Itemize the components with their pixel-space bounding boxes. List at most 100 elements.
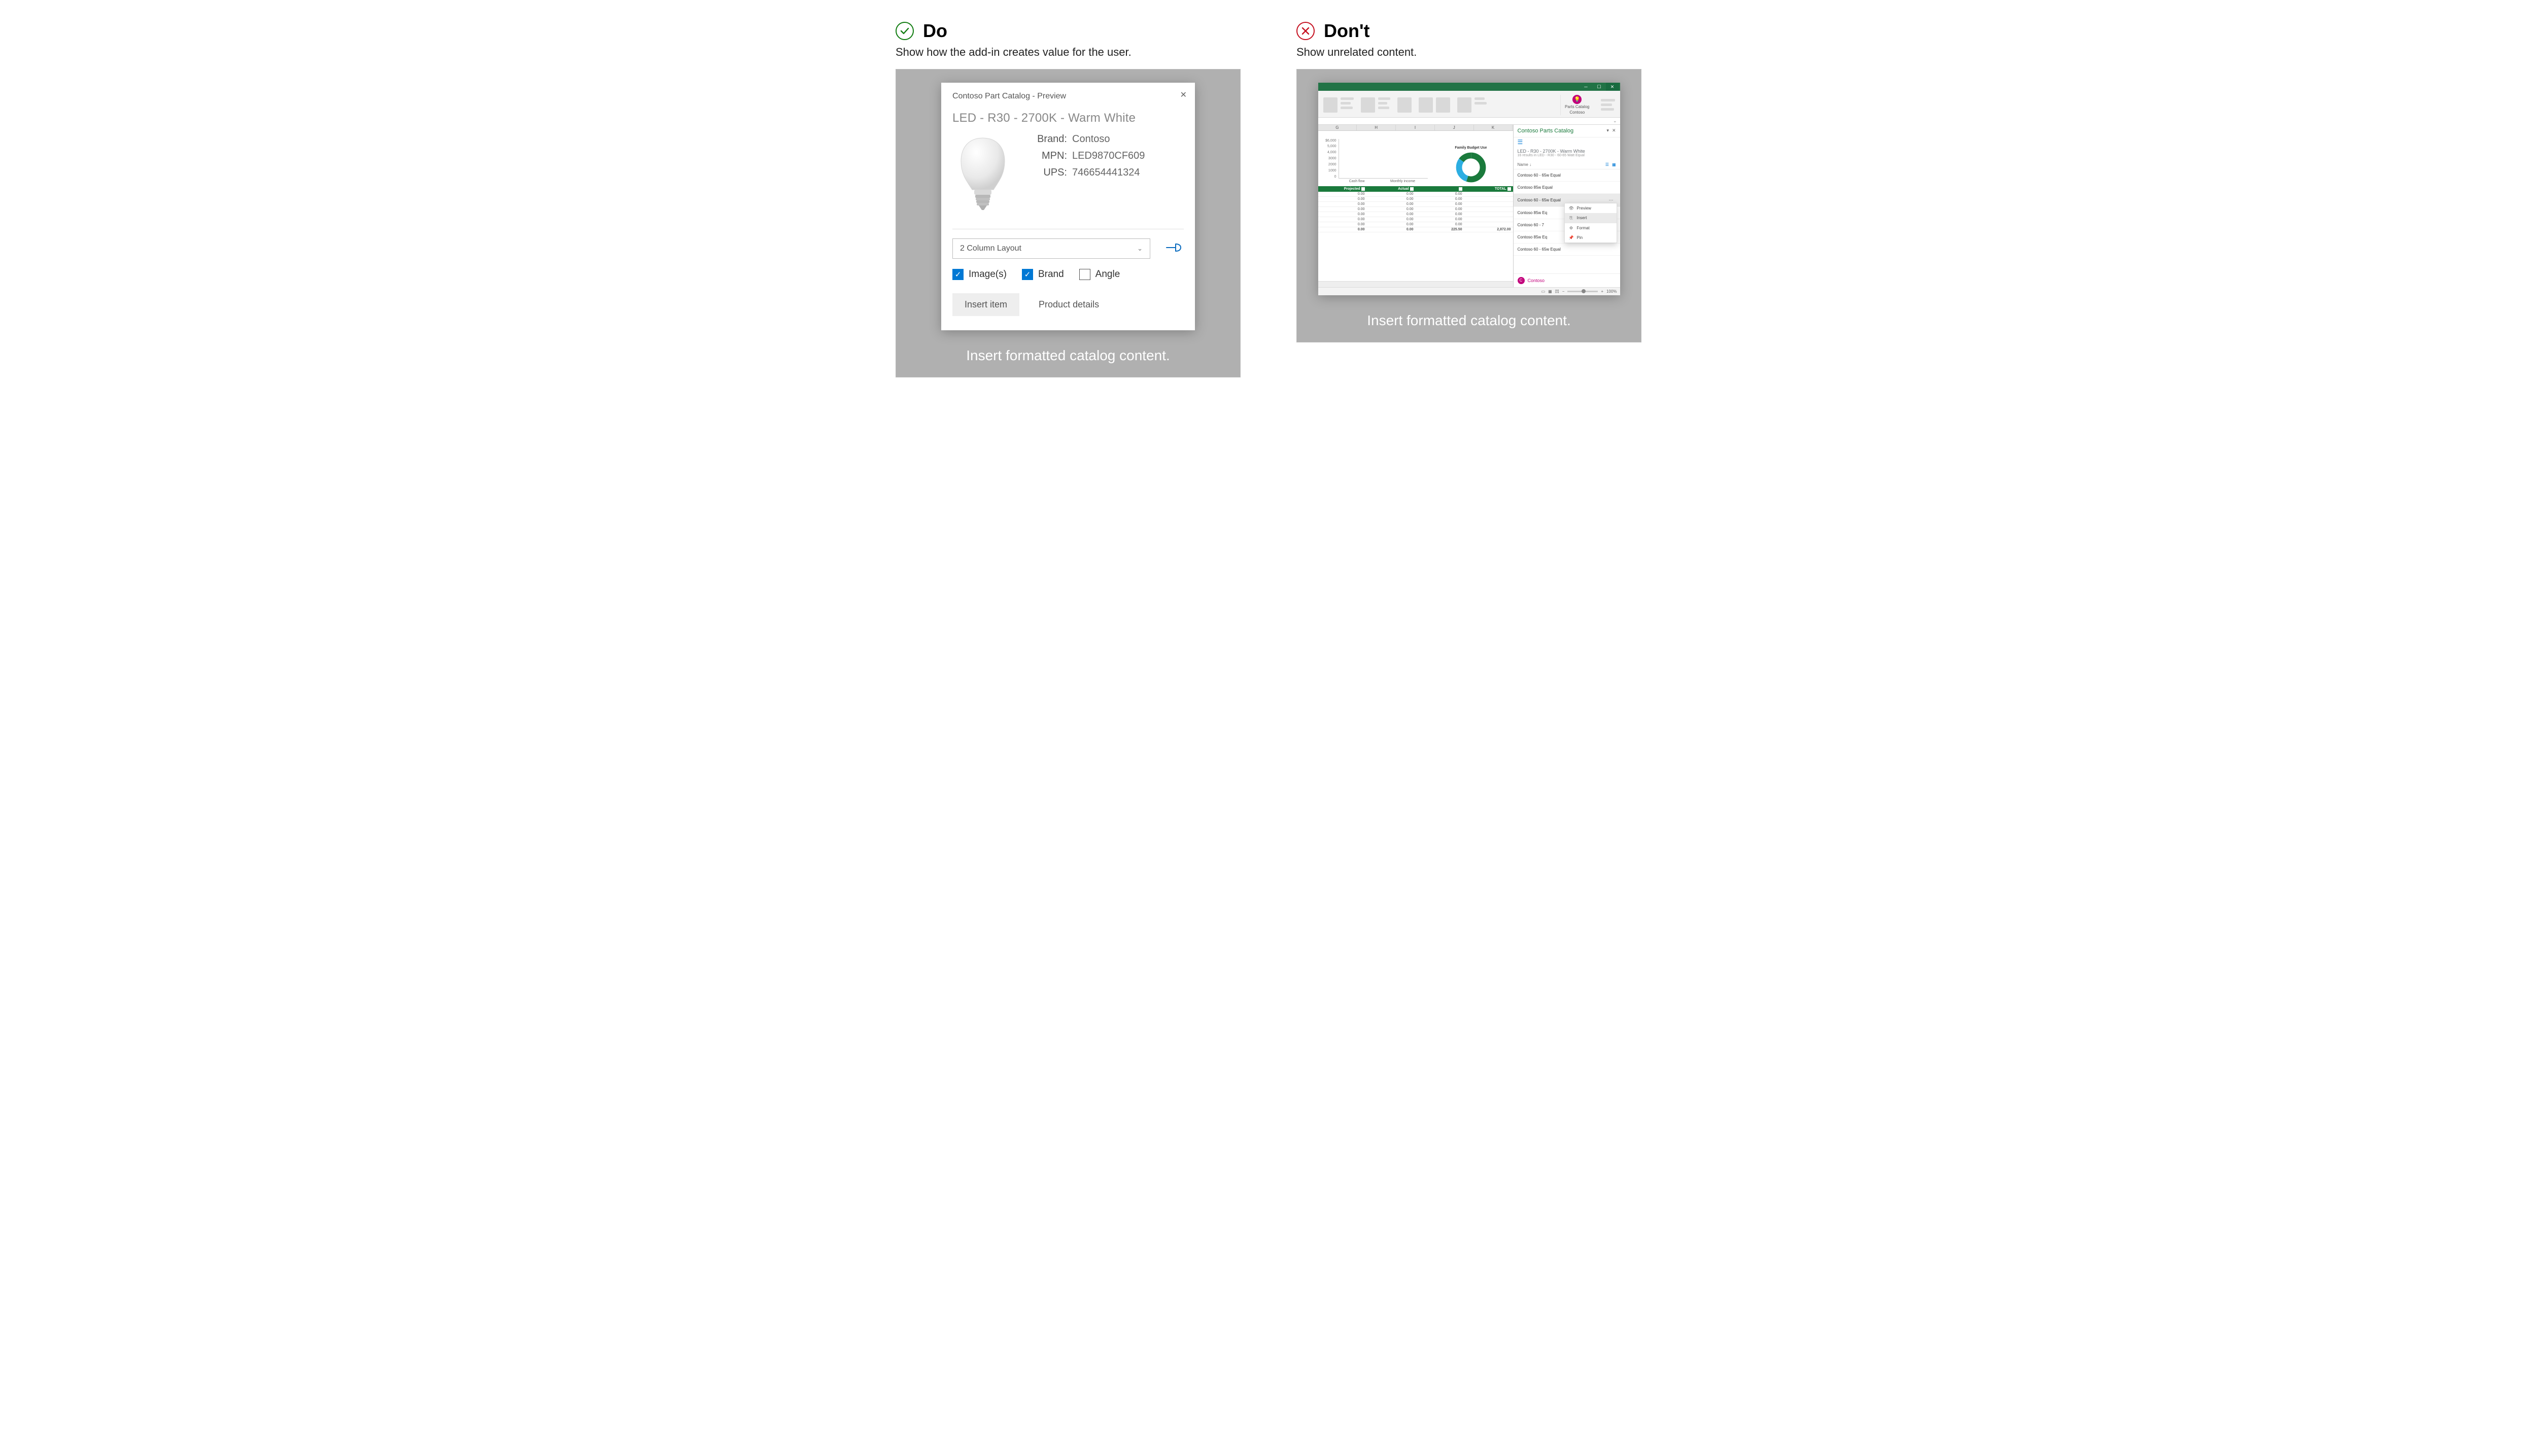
- table-row: 0.000.000.00: [1318, 222, 1513, 227]
- context-menu: 👁Preview ⎘Insert ⚙Format 📌Pin: [1564, 203, 1617, 243]
- table-total-row: 0.00 0.00 225.50 2,872.00: [1318, 227, 1513, 232]
- taskpane-dropdown-icon[interactable]: ▾: [1606, 128, 1609, 133]
- dialog-heading: LED - R30 - 2700K - Warm White: [952, 111, 1184, 125]
- table-row: 0.000.000.00: [1318, 202, 1513, 207]
- window-close-icon[interactable]: ✕: [1606, 83, 1619, 91]
- do-card: Contoso Part Catalog - Preview ✕ LED - R…: [896, 69, 1241, 377]
- check-angle[interactable]: Angle: [1079, 269, 1120, 280]
- brand-label: Brand:: [1028, 133, 1067, 145]
- addin-label-2: Contoso: [1569, 111, 1585, 115]
- do-title: Do: [923, 20, 947, 42]
- grid-view-icon[interactable]: ▦: [1612, 162, 1616, 167]
- menu-pin[interactable]: 📌Pin: [1565, 233, 1617, 242]
- more-icon[interactable]: ⋯: [1607, 197, 1616, 203]
- dont-column: Don't Show unrelated content. ─ ☐ ✕: [1296, 20, 1641, 377]
- addin-label-1: Parts Catalog: [1565, 105, 1589, 110]
- taskpane-close-icon[interactable]: ✕: [1612, 128, 1616, 133]
- dont-subtitle: Show unrelated content.: [1296, 46, 1641, 59]
- ups-value: 746654441324: [1072, 167, 1140, 179]
- do-caption: Insert formatted catalog content.: [905, 348, 1231, 364]
- close-icon[interactable]: ✕: [1180, 90, 1187, 100]
- layout-select[interactable]: 2 Column Layout ⌄: [952, 238, 1150, 259]
- table-row: 0.000.000.00: [1318, 217, 1513, 222]
- menu-insert[interactable]: ⎘Insert: [1565, 213, 1617, 223]
- addin-bulb-icon: 💡: [1572, 95, 1582, 104]
- results-list: Contoso 60 - 65w EqualContoso 85w EqualC…: [1514, 169, 1620, 273]
- view-normal-icon[interactable]: ▭: [1541, 289, 1546, 294]
- excel-window: ─ ☐ ✕ 💡 Parts Catalog: [1318, 83, 1620, 295]
- dont-caption: Insert formatted catalog content.: [1306, 313, 1632, 329]
- zoom-out-icon[interactable]: −: [1562, 289, 1565, 294]
- list-view-icon[interactable]: ☰: [1605, 162, 1609, 167]
- addin-ribbon-button[interactable]: 💡 Parts Catalog Contoso: [1560, 95, 1593, 115]
- check-images-label: Image(s): [969, 269, 1007, 280]
- checkbox-checked-icon: ✓: [1022, 269, 1033, 280]
- worksheet[interactable]: G H I J K $6,000: [1318, 125, 1514, 287]
- zoom-in-icon[interactable]: +: [1601, 289, 1603, 294]
- table-row: 0.000.000.00: [1318, 197, 1513, 202]
- taskpane-result-count: 16 results in LED - R30 - 60-65 Watt Equ…: [1514, 154, 1620, 160]
- taskpane-crumb: LED - R30 - 2700K - Warm White: [1514, 147, 1620, 154]
- check-angle-label: Angle: [1095, 269, 1120, 280]
- table-row: 0.000.000.00: [1318, 212, 1513, 217]
- checkbox-unchecked-icon: [1079, 269, 1090, 280]
- check-brand[interactable]: ✓ Brand: [1022, 269, 1064, 280]
- check-images[interactable]: ✓ Image(s): [952, 269, 1007, 280]
- company-badge-icon: C: [1518, 277, 1525, 284]
- preview-icon: 👁: [1569, 206, 1574, 211]
- preview-dialog: Contoso Part Catalog - Preview ✕ LED - R…: [941, 83, 1195, 330]
- dont-title: Don't: [1324, 20, 1370, 42]
- taskpane-footer: C Contoso: [1514, 273, 1620, 287]
- pin-icon[interactable]: [1165, 241, 1184, 257]
- column-headers: G H I J K: [1318, 125, 1513, 131]
- brand-value: Contoso: [1072, 133, 1110, 145]
- window-minimize-icon[interactable]: ─: [1580, 83, 1593, 91]
- chevron-down-icon: ⌄: [1137, 245, 1143, 253]
- hamburger-icon[interactable]: ☰: [1514, 137, 1620, 147]
- window-maximize-icon[interactable]: ☐: [1593, 83, 1606, 91]
- pin-icon: 📌: [1569, 235, 1574, 240]
- view-break-icon[interactable]: 凹: [1555, 289, 1559, 294]
- mpn-value: LED9870CF609: [1072, 150, 1145, 162]
- dialog-title: Contoso Part Catalog - Preview: [952, 92, 1184, 101]
- view-page-icon[interactable]: ▦: [1548, 289, 1552, 294]
- list-item[interactable]: Contoso 60 - 65w Equal: [1514, 244, 1620, 256]
- ribbon: 💡 Parts Catalog Contoso: [1318, 91, 1620, 118]
- bar-chart: $6,000 5,000 4,000 3000 2000 1000 0: [1322, 139, 1428, 183]
- table-row: 0.000.000.00: [1318, 192, 1513, 197]
- menu-format[interactable]: ⚙Format: [1565, 223, 1617, 233]
- do-subtitle: Show how the add-in creates value for th…: [896, 46, 1241, 59]
- insert-icon: ⎘: [1569, 216, 1574, 221]
- taskpane: Contoso Parts Catalog ▾ ✕ ☰ LED - R30 - …: [1514, 125, 1620, 287]
- taskpane-title: Contoso Parts Catalog: [1518, 128, 1574, 134]
- mpn-label: MPN:: [1028, 150, 1067, 162]
- do-check-icon: [896, 22, 914, 40]
- do-column: Do Show how the add-in creates value for…: [896, 20, 1241, 377]
- sort-label[interactable]: Name: [1518, 162, 1528, 167]
- window-titlebar: ─ ☐ ✕: [1318, 83, 1620, 91]
- zoom-slider[interactable]: [1567, 291, 1598, 292]
- checkbox-checked-icon: ✓: [952, 269, 964, 280]
- insert-item-button[interactable]: Insert item: [952, 293, 1019, 316]
- table-row: 0.000.000.00: [1318, 207, 1513, 212]
- product-details-link[interactable]: Product details: [1039, 299, 1099, 310]
- zoom-value: 100%: [1606, 289, 1617, 294]
- check-brand-label: Brand: [1038, 269, 1064, 280]
- table-header: Projected Actual TOTAL: [1318, 186, 1513, 192]
- dont-card: ─ ☐ ✕ 💡 Parts Catalog: [1296, 69, 1641, 342]
- formula-bar[interactable]: ⌄: [1318, 118, 1620, 125]
- format-icon: ⚙: [1569, 226, 1574, 230]
- chevron-down-icon: ⌄: [1613, 118, 1617, 124]
- list-item[interactable]: Contoso 85w Equal: [1514, 182, 1620, 194]
- menu-preview[interactable]: 👁Preview: [1565, 203, 1617, 213]
- status-bar: ▭ ▦ 凹 − + 100%: [1318, 287, 1620, 295]
- layout-select-value: 2 Column Layout: [960, 244, 1021, 253]
- horizontal-scrollbar[interactable]: [1318, 281, 1513, 287]
- dont-cross-icon: [1296, 22, 1315, 40]
- sort-arrow-icon: ↓: [1529, 162, 1531, 167]
- company-name: Contoso: [1528, 278, 1545, 283]
- list-item[interactable]: Contoso 60 - 65w Equal: [1514, 169, 1620, 182]
- ups-label: UPS:: [1028, 167, 1067, 179]
- bulb-icon: [952, 133, 1013, 215]
- donut-chart: Family Budget Use: [1433, 146, 1509, 183]
